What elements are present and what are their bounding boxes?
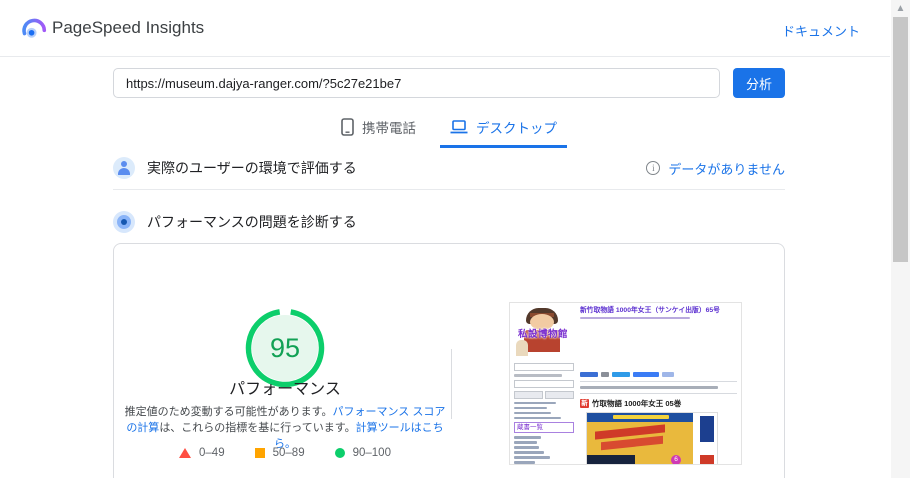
share-button-placeholder xyxy=(662,372,674,377)
field-data-title: 実際のユーザーの環境で評価する xyxy=(147,160,357,176)
analyze-button[interactable]: 分析 xyxy=(733,68,785,98)
manga-cover-image: 6 xyxy=(586,411,718,464)
cover-body: 6 xyxy=(587,421,693,464)
share-button-placeholder xyxy=(633,372,659,377)
scrollbar-up-arrow[interactable]: ▲ xyxy=(891,2,910,16)
cover-band-text-placeholder xyxy=(613,414,669,419)
link-placeholder-bar xyxy=(514,416,561,419)
thumb-article-area: 新竹取物語 1000年女王（サンケイ出版）65号 新 竹取物語 1000年女王 … xyxy=(580,307,737,464)
device-tabs: 携帯電話 デスクトップ xyxy=(113,111,785,148)
field-data-status[interactable]: i データがありません xyxy=(646,159,785,178)
link-placeholder-bar xyxy=(514,401,556,404)
red-triangle-icon xyxy=(179,448,192,458)
no-data-label: データがありません xyxy=(668,161,785,177)
page-scrollbar[interactable]: ▲ xyxy=(891,0,910,478)
green-circle-icon xyxy=(334,448,345,458)
legend-item-average: 50–89 xyxy=(254,447,305,459)
share-button-placeholder xyxy=(580,372,598,377)
text-placeholder-bar xyxy=(514,374,562,377)
diagnose-title: パフォーマンスの問題を診断する xyxy=(147,214,357,230)
sidebar-search-placeholder xyxy=(514,379,574,388)
disclaimer-text-2: は、これらの指標を基に行っています。 xyxy=(159,422,356,434)
tab-desktop-label: デスクトップ xyxy=(476,121,557,136)
pagespeed-logo-icon xyxy=(22,18,47,38)
new-badge: 新 xyxy=(580,398,589,408)
section-divider xyxy=(113,189,785,190)
app-header: PageSpeed Insights ドキュメント xyxy=(0,0,890,57)
orange-square-icon xyxy=(254,448,265,458)
legend-item-good: 90–100 xyxy=(334,447,391,459)
cover-spine-top xyxy=(700,415,714,442)
vertical-divider xyxy=(451,349,452,419)
tab-mobile[interactable]: 携帯電話 xyxy=(331,111,426,148)
link-placeholder-bar xyxy=(514,406,547,409)
thumb-sidebar: 私設博物館 蔵書一覧 xyxy=(514,306,574,464)
legend-range-poor: 0–49 xyxy=(199,447,225,459)
performance-label: パフォーマンス xyxy=(229,381,341,398)
breadcrumb-placeholder xyxy=(580,317,690,319)
link-placeholder-bar xyxy=(514,461,535,464)
real-users-icon xyxy=(113,157,135,179)
disclaimer-text-1: 推定値のため変動する可能性があります。 xyxy=(124,406,333,418)
diagnose-gauge-icon xyxy=(113,211,135,233)
share-button-placeholder xyxy=(601,372,609,377)
sidebar-tabs-placeholder xyxy=(514,390,574,399)
score-disclaimer: 推定値のため変動する可能性があります。パフォーマンス スコアの計算は、これらの指… xyxy=(120,404,450,452)
cover-issue-circle: 6 xyxy=(671,454,681,464)
performance-report-card: 95 パフォーマンス 推定値のため変動する可能性があります。パフォーマンス スコ… xyxy=(113,243,785,478)
tab-mobile-label: 携帯電話 xyxy=(362,121,416,136)
pagespeed-insights-page: PageSpeed Insights ドキュメント 分析 携帯電話 デスクトップ… xyxy=(0,0,910,478)
cover-spine-bottom xyxy=(700,454,714,464)
site-name-overlay: 私設博物館 xyxy=(517,329,568,340)
tab-desktop[interactable]: デスクトップ xyxy=(440,111,567,148)
sidebar-dropdown-placeholder xyxy=(514,363,574,371)
page-screenshot-thumbnail: 私設博物館 蔵書一覧 新竹取物語 1000年女王（サンケイ出版）65号 新 竹取… xyxy=(509,302,742,465)
mobile-phone-icon xyxy=(341,118,354,136)
diagnose-section-header[interactable]: パフォーマンスの問題を診断する xyxy=(113,207,785,237)
scrollbar-thumb[interactable] xyxy=(893,17,908,262)
link-placeholder-bar xyxy=(514,441,537,444)
thumb-divider xyxy=(580,381,737,382)
link-placeholder-bar xyxy=(514,446,540,449)
link-placeholder-bar xyxy=(514,436,541,439)
link-placeholder-bar xyxy=(514,451,544,454)
thumb-page-title: 新竹取物語 1000年女王（サンケイ出版）65号 xyxy=(580,307,720,314)
field-data-section-header[interactable]: 実際のユーザーの環境で評価する i データがありません xyxy=(113,153,785,183)
social-buttons-placeholder xyxy=(580,372,737,377)
legend-range-good: 90–100 xyxy=(352,447,391,459)
tags-placeholder-bar xyxy=(580,386,719,389)
link-placeholder-bar xyxy=(514,456,550,459)
desktop-laptop-icon xyxy=(450,119,468,133)
sidebar-list-box: 蔵書一覧 xyxy=(514,422,574,433)
site-mascot-image: 私設博物館 xyxy=(514,306,572,360)
info-icon: i xyxy=(646,161,661,175)
page-title: PageSpeed Insights xyxy=(52,18,205,37)
thumb-article-heading: 新 竹取物語 1000年女王 05巻 xyxy=(580,398,737,409)
url-input[interactable] xyxy=(113,68,720,98)
article-heading-text: 竹取物語 1000年女王 05巻 xyxy=(592,398,682,408)
legend-item-poor: 0–49 xyxy=(179,447,225,459)
mascot-cat xyxy=(516,340,528,356)
cover-photo-area xyxy=(587,454,635,464)
share-button-placeholder xyxy=(612,372,630,377)
link-placeholder-bar xyxy=(514,411,552,414)
thumb-divider xyxy=(580,392,737,394)
legend-range-average: 50–89 xyxy=(272,447,305,459)
documentation-link[interactable]: ドキュメント xyxy=(782,21,860,40)
score-legend: 0–49 50–89 90–100 xyxy=(114,447,456,459)
